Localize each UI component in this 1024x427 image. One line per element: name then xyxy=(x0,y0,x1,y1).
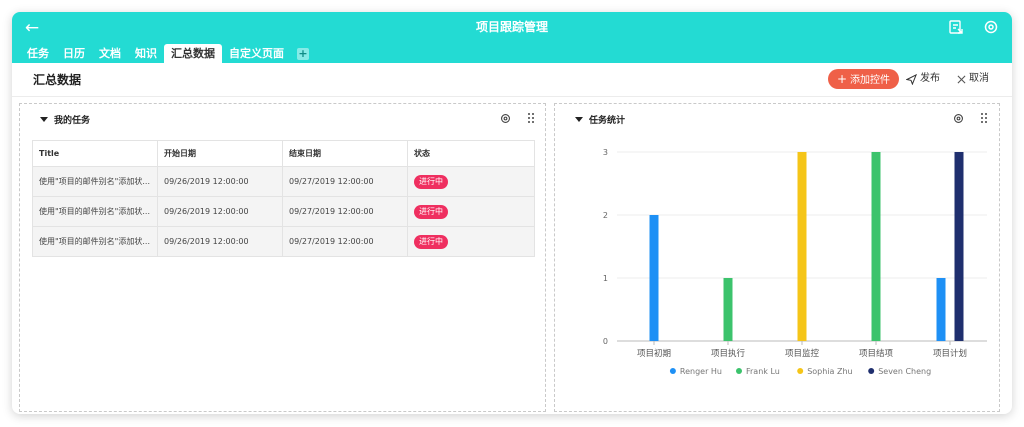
publish-button[interactable]: 发布 xyxy=(906,69,940,89)
status-cell: 进行中 xyxy=(407,226,535,257)
table-header-row: Title 开始日期 结束日期 状态 xyxy=(32,140,535,167)
bar-renger-hu xyxy=(936,278,946,341)
caret-down-icon[interactable] xyxy=(40,117,48,122)
column-header: 开始日期 xyxy=(157,140,283,167)
tasks-table: Title 开始日期 结束日期 状态 使用"项目的邮件别名"添加状... 09/… xyxy=(32,140,535,257)
status-cell: 进行中 xyxy=(407,166,535,197)
task-stats-header: 任务统计 xyxy=(575,113,625,126)
plus-icon: + xyxy=(836,72,848,86)
legend-marker xyxy=(797,368,804,374)
y-tick-label: 2 xyxy=(603,211,608,220)
caret-down-icon[interactable] xyxy=(575,117,583,122)
x-tick-label: 项目监控 xyxy=(785,348,820,359)
legend-marker xyxy=(736,368,742,374)
table-row[interactable]: 使用"项目的邮件别名"添加状... 09/26/2019 12:00:00 09… xyxy=(32,166,535,197)
legend-marker xyxy=(669,368,676,374)
legend-label: Sophia Zhu xyxy=(807,367,852,376)
x-tick-label: 项目结项 xyxy=(859,348,894,359)
gear-icon[interactable] xyxy=(953,113,964,124)
tab-knowledge[interactable]: 知识 xyxy=(128,44,164,63)
tab-bar: 任务 日历 文档 知识 汇总数据 自定义页面 + xyxy=(20,44,309,63)
bar-sophia-zhu xyxy=(797,152,807,341)
task-stats-chart: 0 1 2 3 项目初期 项目执行 项目监控 项目结项 项目计划 Renger Hu Frank L… xyxy=(603,148,987,376)
cancel-button[interactable]: 取消 xyxy=(957,69,989,89)
task-title-cell: 使用"项目的邮件别名"添加状... xyxy=(32,226,158,257)
legend-label: Seven Cheng xyxy=(878,367,931,376)
bar-frank-lu xyxy=(723,278,733,341)
y-tick-label: 3 xyxy=(603,148,608,157)
y-tick-label: 1 xyxy=(603,274,608,283)
my-tasks-header: 我的任务 xyxy=(40,113,90,126)
table-row[interactable]: 使用"项目的邮件别名"添加状... 09/26/2019 12:00:00 09… xyxy=(32,196,535,227)
x-tick-label: 项目计划 xyxy=(933,348,967,359)
my-tasks-title: 我的任务 xyxy=(54,116,91,126)
tab-calendar[interactable]: 日历 xyxy=(56,44,92,63)
page-title: 汇总数据 xyxy=(33,73,82,87)
task-title-cell: 使用"项目的邮件别名"添加状... xyxy=(32,166,158,197)
add-tab-button[interactable]: + xyxy=(297,48,309,60)
tab-tasks[interactable]: 任务 xyxy=(20,44,56,63)
task-stats-panel: 任务统计 0 1 2 3 项目初期 项目执行 项目监控 项目结项 项目计划 Renger Hu Fr… xyxy=(554,103,1000,412)
column-header: 状态 xyxy=(407,140,535,167)
share-icon[interactable] xyxy=(947,18,965,36)
end-date-cell: 09/27/2019 12:00:00 xyxy=(282,196,408,227)
my-tasks-panel: 我的任务 Title 开始日期 结束日期 状态 使用"项目的邮件别名"添加状..… xyxy=(19,103,546,412)
end-date-cell: 09/27/2019 12:00:00 xyxy=(282,226,408,257)
legend-label: Renger Hu xyxy=(680,367,722,376)
drag-handle-icon[interactable] xyxy=(527,112,535,124)
close-icon xyxy=(957,75,966,83)
add-widget-button[interactable]: + 添加控件 xyxy=(828,69,899,89)
bar-frank-lu xyxy=(871,152,881,341)
tab-custom-page[interactable]: 自定义页面 xyxy=(222,44,291,63)
y-tick-label: 0 xyxy=(603,337,608,346)
bar-renger-hu xyxy=(649,215,659,341)
drag-handle-icon[interactable] xyxy=(980,112,988,124)
status-badge: 进行中 xyxy=(414,234,448,249)
x-tick-label: 项目初期 xyxy=(637,348,671,359)
app-header: ← 项目跟踪管理 任务 日历 文档 知识 汇总数据 自定义页面 + xyxy=(12,12,1012,63)
bar-seven-cheng xyxy=(954,152,964,341)
status-cell: 进行中 xyxy=(407,196,535,227)
add-widget-label: 添加控件 xyxy=(850,75,891,86)
column-header: 结束日期 xyxy=(282,140,408,167)
arrow-left-icon[interactable]: ← xyxy=(22,17,42,39)
tab-summary[interactable]: 汇总数据 xyxy=(164,44,222,63)
app-window: ← 项目跟踪管理 任务 日历 文档 知识 汇总数据 自定义页面 + 汇总数据 +… xyxy=(12,12,1012,414)
column-header: Title xyxy=(32,140,158,167)
cancel-label: 取消 xyxy=(969,73,989,84)
end-date-cell: 09/27/2019 12:00:00 xyxy=(282,166,408,197)
gear-icon[interactable] xyxy=(500,113,511,124)
task-title-cell: 使用"项目的邮件别名"添加状... xyxy=(32,196,158,227)
x-tick-label: 项目执行 xyxy=(711,348,746,359)
page-toolbar: 汇总数据 + 添加控件 发布 取消 xyxy=(12,63,1012,97)
table-row[interactable]: 使用"项目的邮件别名"添加状... 09/26/2019 12:00:00 09… xyxy=(32,226,535,257)
start-date-cell: 09/26/2019 12:00:00 xyxy=(157,166,283,197)
send-icon xyxy=(906,73,917,85)
tab-documents[interactable]: 文档 xyxy=(92,44,128,63)
app-title: 项目跟踪管理 xyxy=(475,20,548,34)
settings-icon[interactable] xyxy=(982,18,1000,36)
start-date-cell: 09/26/2019 12:00:00 xyxy=(157,196,283,227)
start-date-cell: 09/26/2019 12:00:00 xyxy=(157,226,283,257)
status-badge: 进行中 xyxy=(414,204,448,219)
publish-label: 发布 xyxy=(920,73,940,84)
legend-label: Frank Lu xyxy=(746,367,780,376)
task-stats-title: 任务统计 xyxy=(589,116,626,126)
legend-marker xyxy=(868,368,875,374)
status-badge: 进行中 xyxy=(414,174,448,189)
